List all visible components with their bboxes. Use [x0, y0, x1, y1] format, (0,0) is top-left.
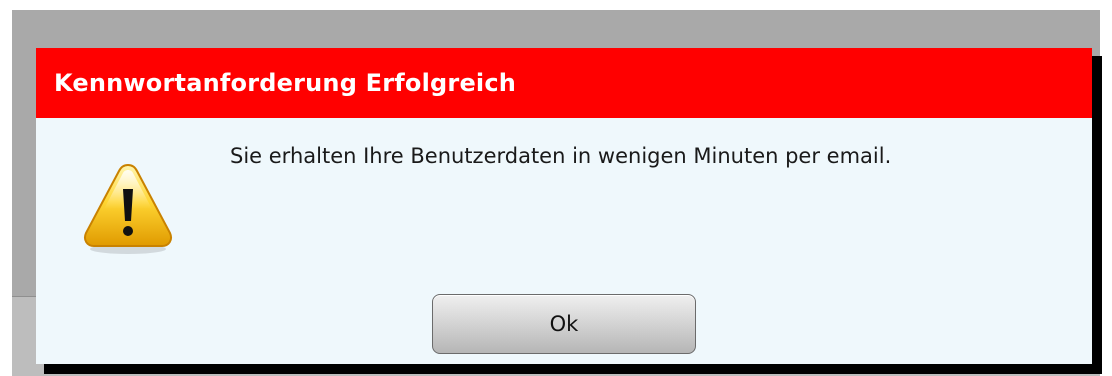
ok-button[interactable]: Ok [432, 294, 696, 354]
dialog-message: Sie erhalten Ihre Benutzerdaten in wenig… [230, 144, 892, 168]
dialog-title: Kennwortanforderung Erfolgreich [54, 69, 517, 97]
dialog-titlebar: Kennwortanforderung Erfolgreich [36, 48, 1092, 118]
ok-button-label: Ok [549, 312, 579, 336]
message-dialog: Kennwortanforderung Erfolgreich Sie erha… [36, 48, 1092, 364]
warning-icon [82, 161, 174, 255]
